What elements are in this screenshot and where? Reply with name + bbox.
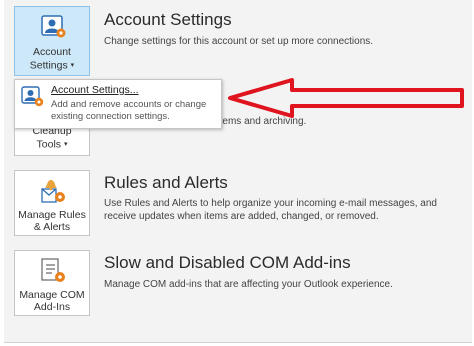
backstage-info-panel: Account Settings ▾ Account Settings Chan… (4, 0, 472, 343)
account-settings-label-1: Account (33, 46, 71, 58)
com-addins-description: Manage COM add-ins that are affecting yo… (104, 279, 393, 290)
dropdown-item-account-settings[interactable]: Account Settings... Add and remove accou… (15, 80, 221, 128)
account-settings-description: Change settings for this account or set … (104, 36, 374, 47)
gear-icon (21, 86, 45, 113)
manage-com-label-2: Add-Ins (33, 301, 71, 313)
rules-alerts-description: Use Rules and Alerts to help organize yo… (104, 198, 437, 222)
account-settings-label-2: Settings ▾ (29, 59, 75, 72)
account-settings-dropdown: Account Settings... Add and remove accou… (14, 79, 222, 129)
manage-rules-alerts-button[interactable]: Manage Rules & Alerts (14, 170, 90, 236)
chevron-down-icon: ▾ (63, 141, 68, 148)
account-user-icon (41, 15, 67, 43)
red-annotation-arrow-icon (222, 76, 472, 125)
manage-rules-label-2: & Alerts (33, 221, 71, 233)
dropdown-item-title: Account Settings... (51, 84, 139, 96)
chevron-down-icon: ▾ (70, 62, 75, 69)
manage-com-addins-button[interactable]: Manage COM Add-Ins (14, 250, 90, 316)
account-settings-heading: Account Settings (104, 10, 232, 29)
rules-alerts-icon (39, 177, 67, 209)
com-addins-icon (39, 257, 67, 289)
com-addins-heading: Slow and Disabled COM Add-ins (104, 253, 351, 272)
rules-alerts-heading: Rules and Alerts (104, 173, 228, 192)
cleanup-tools-label-2: Tools ▾ (36, 138, 68, 151)
account-settings-button[interactable]: Account Settings ▾ (14, 6, 90, 76)
dropdown-item-description: Add and remove accounts or change existi… (51, 99, 207, 122)
